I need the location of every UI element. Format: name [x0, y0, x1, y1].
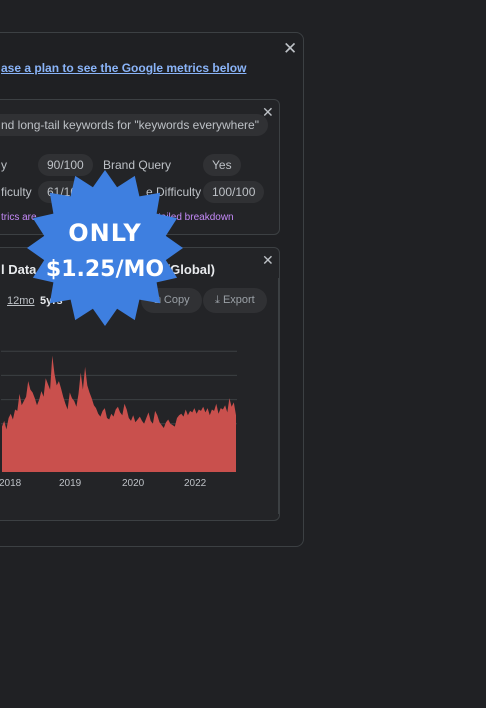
promo-line-1: ONLY [68, 219, 141, 247]
type-difficulty-value: 100/100 [203, 181, 265, 203]
x-tick-2020: 2020 [122, 478, 145, 489]
starburst-shape [27, 170, 183, 326]
promo-starburst-badge[interactable]: ONLY $1.25/MO [26, 169, 184, 327]
x-tick-2019: 2019 [59, 478, 82, 489]
download-icon: ⤓ [215, 294, 220, 306]
x-tick-2022: 2022 [184, 478, 207, 489]
long-tail-keywords-chip[interactable]: nd long-tail keywords for "keywords ever… [0, 114, 268, 136]
close-chart-icon[interactable]: ✕ [262, 253, 274, 267]
card-scrollbar[interactable] [278, 278, 279, 514]
export-label: Export [222, 294, 255, 306]
choose-plan-link[interactable]: ase a plan to see the Google metrics bel… [1, 61, 246, 75]
close-panel-icon[interactable]: ✕ [283, 40, 297, 57]
x-tick-2018: 2018 [0, 478, 22, 489]
brand-query-value: Yes [203, 154, 241, 176]
trend-chart [1, 350, 237, 472]
export-button[interactable]: ⤓ Export [203, 288, 267, 313]
trend-area-series [2, 355, 236, 472]
metric-label-1: y [1, 158, 7, 172]
promo-line-2: $1.25/MO [46, 257, 164, 282]
